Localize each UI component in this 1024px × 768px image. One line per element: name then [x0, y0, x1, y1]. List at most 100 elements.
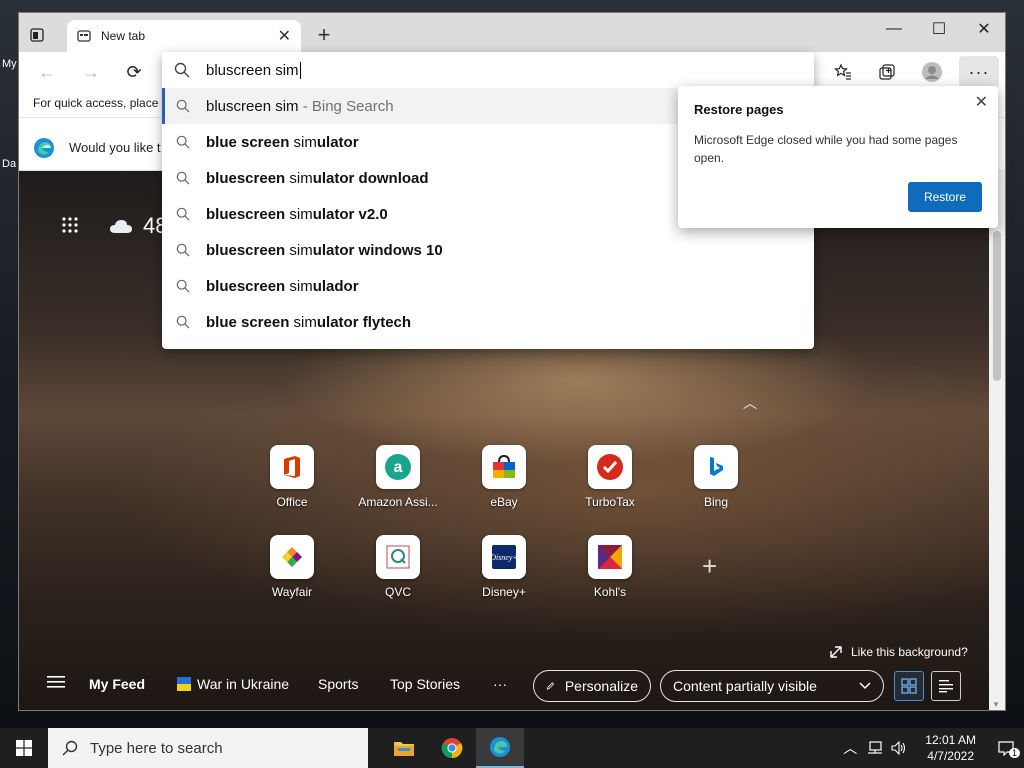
edge-icon — [490, 737, 510, 757]
search-icon — [176, 207, 190, 221]
scrollbar-thumb[interactable] — [993, 231, 1001, 381]
search-icon — [176, 99, 190, 113]
suggestion-completion-part: ulator — [316, 133, 359, 151]
more-menu-icon[interactable]: ··· — [959, 56, 999, 88]
suggestion-item[interactable]: blue screen simulator flytech — [162, 304, 814, 340]
tile-label: TurboTax — [585, 495, 635, 509]
back-button[interactable]: ← — [35, 60, 59, 84]
tile-label: Disney+ — [482, 585, 526, 599]
tab-sports[interactable]: Sports — [318, 676, 358, 692]
quick-link-tile[interactable]: eBay — [462, 445, 546, 509]
volume-icon[interactable] — [891, 741, 907, 755]
clock-time: 12:01 AM — [925, 733, 976, 747]
tile-label: eBay — [490, 495, 518, 509]
tab-label: War in Ukraine — [197, 676, 290, 692]
clock[interactable]: 12:01 AM 4/7/2022 — [925, 732, 976, 764]
like-background-link[interactable]: Like this background? — [829, 645, 968, 659]
search-icon — [176, 279, 190, 293]
favorites-icon[interactable] — [827, 56, 859, 88]
taskbar-search-placeholder: Type here to search — [90, 739, 223, 757]
suggestion-item[interactable]: bluescreen simulador — [162, 268, 814, 304]
tile-label: Wayfair — [271, 585, 313, 599]
chevron-down-icon — [859, 682, 871, 690]
start-button[interactable] — [0, 728, 48, 768]
disney-plus-icon: Disney+ — [482, 535, 526, 579]
suggestion-item[interactable]: bluescreen simulator windows 10 — [162, 232, 814, 268]
clock-date: 4/7/2022 — [927, 749, 974, 763]
content-visibility-dropdown[interactable]: Content partially visible — [660, 670, 884, 702]
suggestion-query: bluscreen sim — [206, 97, 299, 115]
forward-button[interactable]: → — [79, 60, 103, 84]
desktop-icon-label[interactable]: Da — [2, 158, 16, 170]
show-hidden-icons-icon[interactable]: ︿ — [843, 738, 857, 758]
quick-link-tile[interactable]: Office — [250, 445, 334, 509]
tab-top-stories[interactable]: Top Stories — [390, 676, 460, 692]
app-launcher-icon[interactable] — [61, 216, 79, 237]
quick-link-tile[interactable]: Kohl's — [568, 535, 652, 599]
favorites-hint: For quick access, place y — [33, 96, 168, 110]
restore-pages-popup: Restore pages Microsoft Edge closed whil… — [678, 86, 998, 228]
search-icon — [62, 740, 78, 756]
quick-link-tile[interactable]: Wayfair — [250, 535, 334, 599]
suggestion-bold-part: blue screen — [206, 133, 294, 151]
collections-icon[interactable] — [871, 56, 903, 88]
grid-icon — [901, 678, 917, 694]
suggestion-typed-part: sim — [289, 169, 313, 187]
turbotax-icon — [588, 445, 632, 489]
expand-icon — [830, 646, 842, 658]
tab-new-tab[interactable]: New tab ✕ — [67, 20, 301, 52]
search-icon — [176, 171, 190, 185]
taskbar-search-box[interactable]: Type here to search — [48, 728, 368, 768]
suggestion-bold-part: blue screen — [206, 313, 294, 331]
edge-taskbar-button[interactable] — [476, 728, 524, 768]
like-background-text: Like this background? — [851, 645, 968, 659]
file-explorer-taskbar-button[interactable] — [380, 728, 428, 768]
tab-strip: New tab ✕ + ― ☐ ✕ — [19, 13, 1005, 52]
svg-text:Disney+: Disney+ — [491, 553, 517, 562]
add-site-button[interactable]: + — [702, 551, 717, 582]
notification-center-icon[interactable]: 1 — [988, 740, 1024, 758]
page-scrollbar[interactable]: ▲ ▼ — [989, 171, 1005, 710]
new-tab-favicon-icon — [77, 30, 91, 42]
tab-actions-icon[interactable] — [25, 23, 49, 47]
quick-link-tile[interactable]: a Amazon Assi... — [356, 445, 440, 509]
tab-war-in-ukraine[interactable]: War in Ukraine — [177, 676, 289, 692]
more-topics-icon[interactable]: ··· — [493, 676, 507, 692]
restore-button[interactable]: Restore — [907, 182, 982, 212]
quick-link-tile[interactable]: QVC — [356, 535, 440, 599]
list-view-button[interactable] — [931, 671, 961, 701]
grid-view-button[interactable] — [894, 671, 924, 701]
scroll-down-arrow-icon[interactable]: ▼ — [992, 700, 1000, 709]
suggestion-typed-part: sim — [289, 205, 313, 223]
maximize-button[interactable]: ☐ — [916, 17, 962, 41]
suggestion-completion-part: ulator download — [312, 169, 429, 187]
weather-widget[interactable]: 48 — [109, 213, 167, 239]
quick-link-tile[interactable]: Disney+ Disney+ — [462, 535, 546, 599]
hamburger-menu-icon[interactable] — [47, 675, 65, 692]
minimize-button[interactable]: ― — [871, 17, 917, 41]
tab-close-icon[interactable]: ✕ — [278, 26, 291, 46]
personalize-button[interactable]: Personalize — [533, 670, 651, 702]
tile-label: Bing — [703, 495, 729, 509]
kohls-icon — [588, 535, 632, 579]
close-window-button[interactable]: ✕ — [961, 17, 1005, 41]
close-icon[interactable]: ✕ — [975, 92, 988, 112]
suggestion-completion-part: ulator flytech — [316, 313, 412, 331]
quick-link-tile[interactable]: Bing — [674, 445, 758, 509]
address-input[interactable]: bluscreen sim — [162, 52, 814, 88]
new-tab-button[interactable]: + — [311, 22, 337, 48]
tab-my-feed[interactable]: My Feed — [89, 676, 145, 692]
chrome-taskbar-button[interactable] — [428, 728, 476, 768]
feed-bar: My Feed War in Ukraine Sports Top Storie… — [19, 661, 989, 710]
suggestion-bold-part: bluescreen — [206, 205, 290, 223]
search-icon — [174, 62, 190, 78]
quick-link-tile[interactable]: TurboTax — [568, 445, 652, 509]
suggestion-source: - Bing Search — [298, 97, 394, 115]
network-icon[interactable] — [867, 741, 883, 755]
chrome-icon — [441, 738, 463, 759]
desktop-icon-label[interactable]: My — [2, 58, 17, 70]
refresh-button[interactable]: ⟳ — [122, 60, 146, 84]
chevron-up-icon[interactable]: ︿ — [743, 393, 757, 413]
profile-avatar[interactable] — [916, 56, 948, 88]
ebay-icon — [482, 445, 526, 489]
